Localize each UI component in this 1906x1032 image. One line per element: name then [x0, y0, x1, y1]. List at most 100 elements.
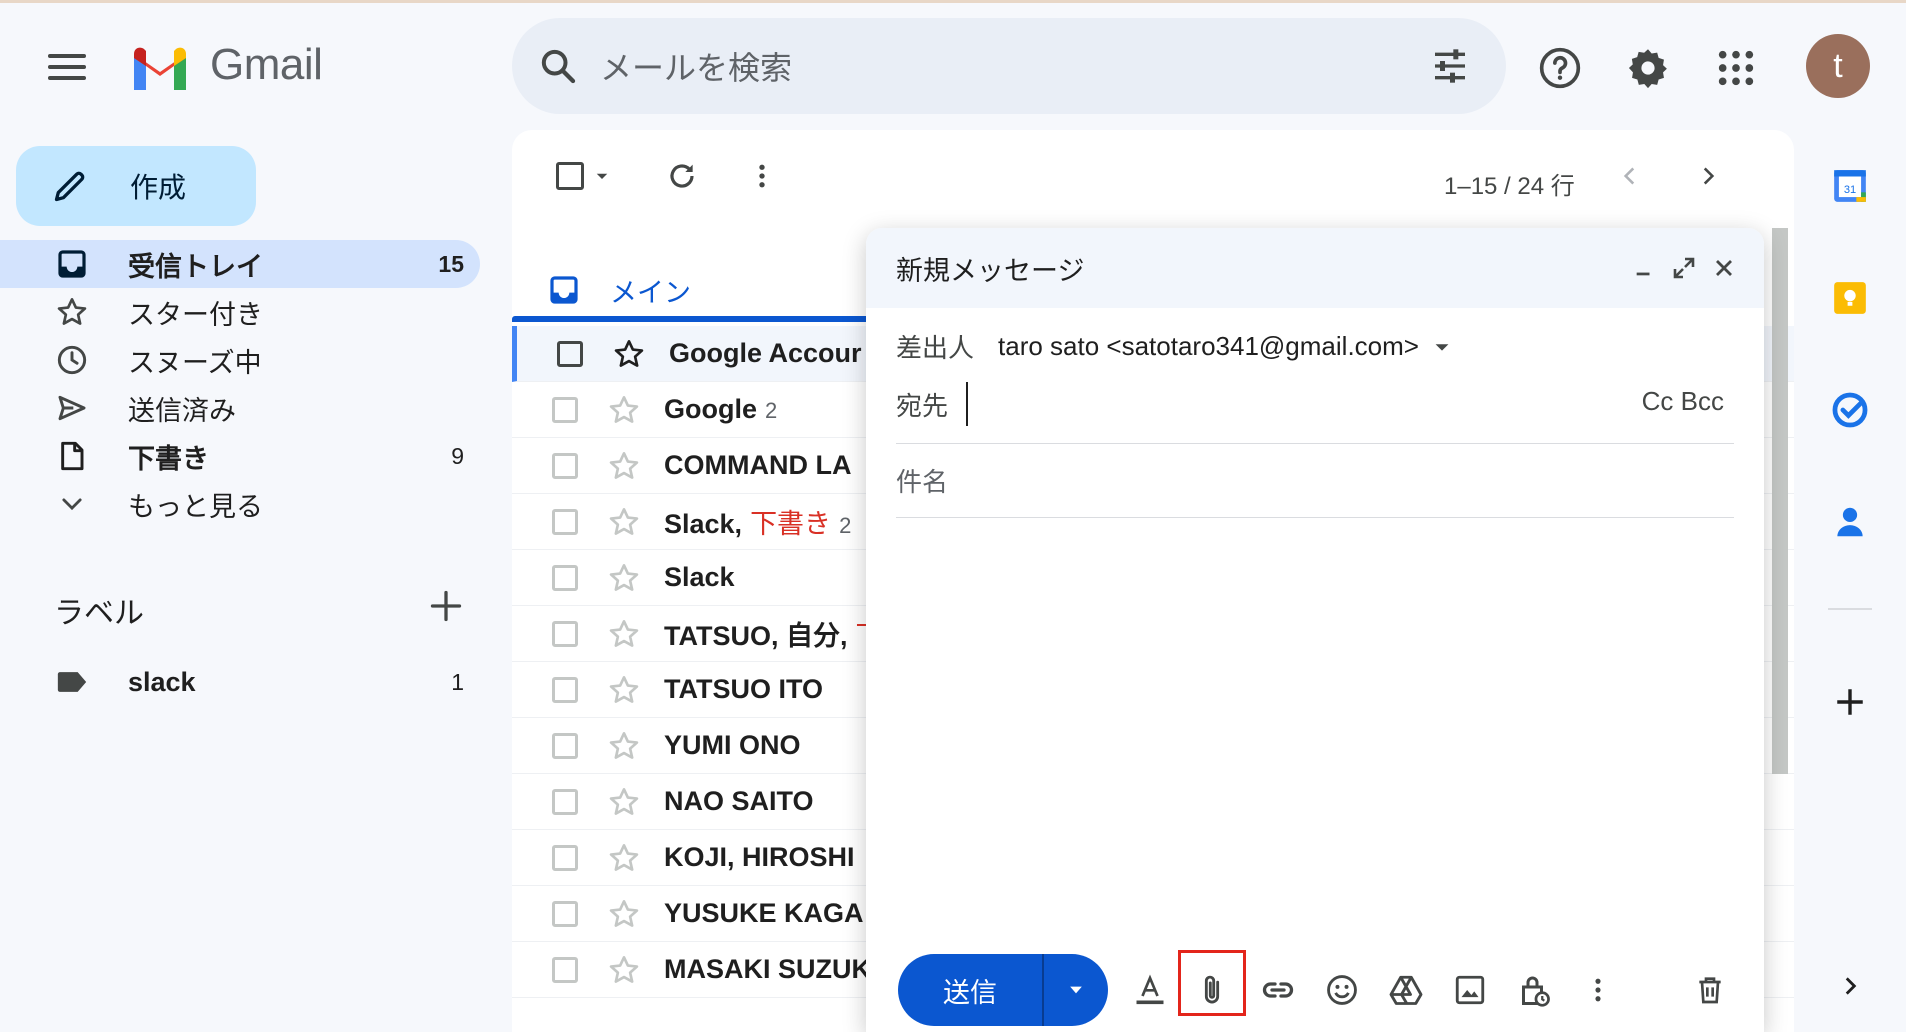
chevron-down-icon [54, 486, 90, 522]
fullscreen-icon[interactable] [1664, 248, 1704, 288]
google-drive-icon[interactable] [1384, 968, 1428, 1012]
row-checkbox[interactable] [552, 564, 578, 591]
add-label-plus-icon[interactable] [428, 588, 464, 624]
row-checkbox[interactable] [552, 900, 578, 927]
row-draft-tag: 下書き [750, 509, 832, 539]
row-star-icon[interactable] [608, 506, 640, 538]
window-top-border [0, 0, 1906, 3]
compose-button[interactable]: 作成 [16, 146, 256, 226]
row-star-icon[interactable] [608, 674, 640, 706]
row-sender: Google Accour [669, 338, 862, 369]
insert-link-icon[interactable] [1256, 968, 1300, 1012]
row-star-icon[interactable] [608, 730, 640, 762]
chevron-left-icon[interactable] [1610, 156, 1650, 196]
row-checkbox[interactable] [552, 844, 578, 871]
to-input[interactable] [966, 382, 1606, 426]
row-sender-name: NAO SAITO [664, 786, 814, 816]
nav-item-label: スヌーズ中 [128, 347, 262, 378]
row-star-icon[interactable] [608, 562, 640, 594]
search-bar[interactable]: メールを検索 [512, 18, 1506, 114]
google-apps-icon[interactable] [1712, 44, 1760, 92]
add-addon-plus-icon[interactable] [1830, 682, 1870, 722]
row-star-icon[interactable] [608, 898, 640, 930]
more-options-icon[interactable] [1576, 968, 1620, 1012]
compose-header[interactable]: 新規メッセージ [866, 228, 1764, 308]
nav-item-label-slack[interactable]: slack 1 [0, 658, 480, 706]
row-checkbox[interactable] [557, 340, 583, 367]
row-sender-name: TATSUO, 自分, [664, 621, 848, 651]
refresh-icon[interactable] [662, 156, 702, 196]
row-star-icon[interactable] [608, 618, 640, 650]
app-name[interactable]: Gmail [210, 40, 323, 90]
compose-label: 作成 [130, 172, 187, 203]
close-icon[interactable] [1704, 248, 1744, 288]
emoji-icon[interactable] [1320, 968, 1364, 1012]
from-dropdown-icon[interactable] [1431, 336, 1453, 358]
select-dropdown-icon[interactable] [586, 156, 618, 196]
row-checkbox[interactable] [552, 788, 578, 815]
row-checkbox[interactable] [552, 732, 578, 759]
row-sender: Slack [664, 562, 735, 593]
row-star-icon[interactable] [608, 786, 640, 818]
row-star-icon[interactable] [608, 394, 640, 426]
row-checkbox[interactable] [552, 620, 578, 647]
row-checkbox[interactable] [552, 956, 578, 983]
gmail-logo-icon[interactable] [130, 44, 190, 90]
nav-item-sent[interactable]: 送信済み [0, 384, 480, 432]
more-vert-icon[interactable] [742, 156, 782, 196]
row-sender-name: COMMAND LA [664, 450, 852, 480]
nav-item-inbox[interactable]: 受信トレイ 15 [0, 240, 480, 288]
row-star-icon[interactable] [613, 338, 645, 370]
row-star-icon[interactable] [608, 842, 640, 874]
confidential-mode-icon[interactable] [1512, 968, 1556, 1012]
select-all-checkbox[interactable] [550, 156, 590, 196]
send-button[interactable]: 送信 [898, 954, 1044, 1026]
search-icon[interactable] [538, 46, 578, 86]
row-checkbox[interactable] [552, 396, 578, 423]
chevron-right-icon[interactable] [1688, 156, 1728, 196]
contacts-app-icon[interactable] [1830, 502, 1870, 542]
search-options-icon[interactable] [1430, 46, 1470, 86]
nav-item-snoozed[interactable]: スヌーズ中 [0, 336, 480, 384]
nav-item-starred[interactable]: スター付き [0, 288, 480, 336]
insert-photo-icon[interactable] [1448, 968, 1492, 1012]
menu-icon-bar [48, 76, 86, 80]
nav-item-count: 1 [451, 668, 464, 695]
account-avatar[interactable]: t [1806, 34, 1870, 98]
row-sender: Slack, 下書き 2 [664, 502, 851, 541]
tab-label: メイン [610, 277, 691, 308]
cc-bcc-link[interactable]: Cc Bcc [1642, 386, 1724, 417]
keep-app-icon[interactable] [1830, 278, 1870, 318]
row-sender-name: Slack, [664, 509, 743, 539]
minimize-icon[interactable] [1624, 248, 1664, 288]
row-sender-name: Google Accour [669, 338, 862, 368]
subject-input[interactable] [896, 454, 1734, 510]
row-checkbox[interactable] [552, 676, 578, 703]
send-options-dropdown[interactable] [1044, 954, 1108, 1026]
row-star-icon[interactable] [608, 954, 640, 986]
row-sender: TATSUO, 自分,下 [664, 614, 883, 653]
nav-item-more[interactable]: もっと見る [0, 480, 480, 528]
discard-draft-trash-icon[interactable] [1688, 968, 1732, 1012]
row-star-icon[interactable] [608, 450, 640, 482]
svg-text:31: 31 [1844, 184, 1856, 196]
help-icon[interactable] [1536, 44, 1584, 92]
label-tag-icon [54, 664, 90, 700]
from-value[interactable]: taro sato <satotaro341@gmail.com> [998, 331, 1419, 362]
subject-field [896, 454, 1734, 518]
formatting-options-icon[interactable] [1128, 968, 1172, 1012]
tasks-app-icon[interactable] [1830, 390, 1870, 430]
mail-list-scrollbar[interactable] [1772, 228, 1788, 774]
menu-icon-bar [48, 54, 86, 58]
calendar-app-icon[interactable]: 31 [1830, 166, 1870, 206]
settings-gear-icon[interactable] [1624, 44, 1672, 92]
expand-side-panel-icon[interactable] [1830, 966, 1870, 1006]
row-sender-name: Slack [664, 562, 735, 592]
from-field[interactable]: 差出人 taro sato <satotaro341@gmail.com> [896, 328, 1453, 365]
compose-toolbar: 送信 [866, 946, 1764, 1032]
search-input[interactable]: メールを検索 [600, 43, 1430, 89]
main-menu-button[interactable] [48, 49, 96, 85]
nav-item-drafts[interactable]: 下書き 9 [0, 432, 480, 480]
row-checkbox[interactable] [552, 452, 578, 479]
row-checkbox[interactable] [552, 508, 578, 535]
